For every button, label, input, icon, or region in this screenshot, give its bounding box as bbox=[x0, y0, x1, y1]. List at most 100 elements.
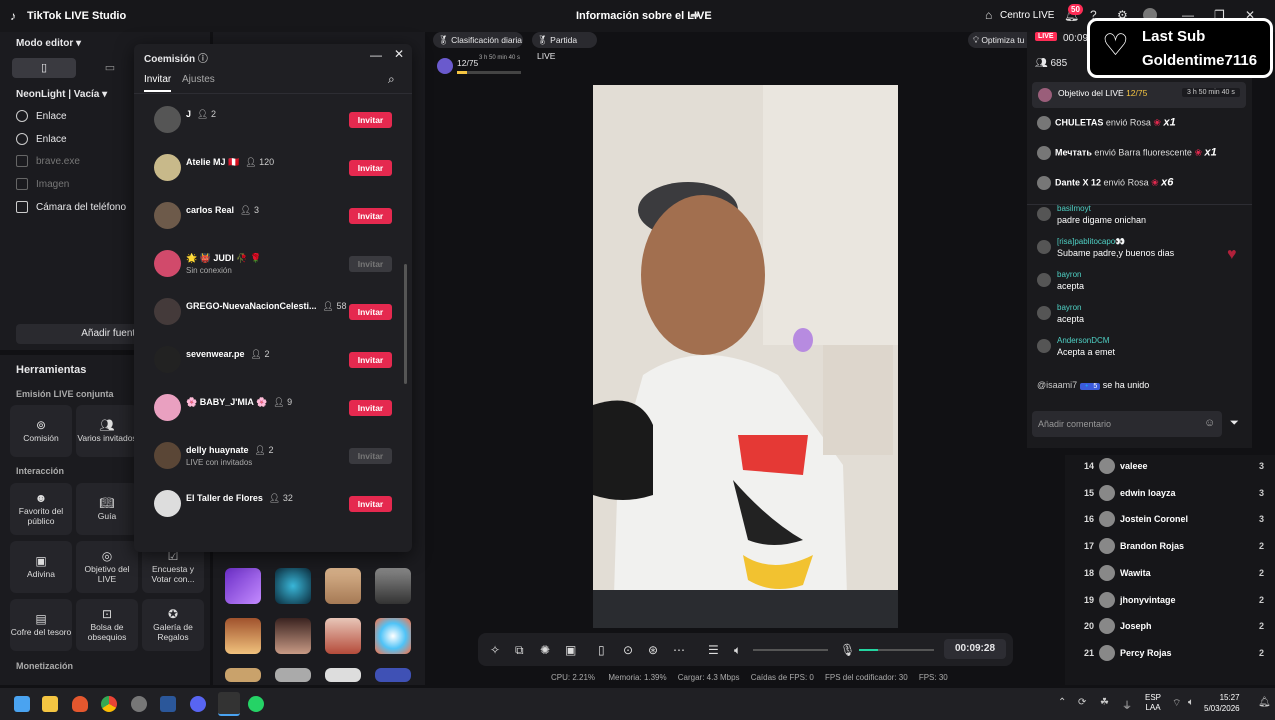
ranking-row[interactable]: 15 edwin loayza 3 bbox=[1079, 484, 1264, 504]
emoji-icon[interactable]: ☺ bbox=[1204, 417, 1215, 429]
sticker-thumb[interactable] bbox=[375, 668, 411, 682]
settings-sliders-icon[interactable]: ☰ bbox=[708, 643, 719, 657]
tab-ajustes[interactable]: Ajustes bbox=[182, 74, 215, 85]
tile-gift-gallery[interactable]: ✪ Galería de Regalos bbox=[142, 599, 204, 651]
tile-favorite[interactable]: ☻ Favorito del público bbox=[10, 483, 72, 535]
optimize-tip[interactable]: 💡︎ Optimiza tu bbox=[968, 32, 1028, 48]
overlay-icon[interactable]: ▣ bbox=[565, 643, 576, 657]
tile-gift-bag[interactable]: ⊡ Bolsa de obsequios bbox=[76, 599, 138, 651]
tray-icon[interactable]: ☘ bbox=[1100, 697, 1109, 708]
sticker-thumb[interactable] bbox=[275, 668, 311, 682]
close-icon[interactable]: ✕ bbox=[394, 47, 404, 61]
minimize-icon[interactable]: — bbox=[370, 48, 382, 62]
volume-icon[interactable]: 🔈︎ bbox=[1188, 697, 1194, 708]
source-image[interactable]: Imagen bbox=[16, 178, 69, 190]
usb-icon[interactable]: ⏚ bbox=[1122, 697, 1132, 712]
source-brave[interactable]: brave.exe bbox=[16, 155, 80, 167]
filter-icon[interactable]: ⏷ bbox=[1230, 417, 1239, 430]
gift-notice: CHULETAS envió Rosa ❀ x1 bbox=[1037, 116, 1176, 130]
tile-treasure[interactable]: ▤ Cofre del tesoro bbox=[10, 599, 72, 651]
source-link-1[interactable]: Enlace bbox=[16, 110, 67, 122]
chevron-up-icon[interactable]: ⌃ bbox=[1058, 697, 1066, 708]
heart-icon[interactable]: ♥ bbox=[1227, 246, 1237, 264]
invite-button[interactable]: Invitar bbox=[349, 448, 392, 464]
ranking-row[interactable]: 18 Wawita 2 bbox=[1079, 564, 1264, 584]
folder-icon[interactable] bbox=[42, 696, 58, 712]
record-icon[interactable]: ⊙ bbox=[623, 643, 633, 657]
ranking-row[interactable]: 14 valeee 3 bbox=[1079, 457, 1264, 477]
wifi-icon[interactable]: ⌔ bbox=[1172, 697, 1181, 710]
daily-ranking-pill[interactable]: 🏅︎ Clasificación diaria bbox=[433, 32, 523, 48]
invite-button[interactable]: Invitar bbox=[349, 208, 392, 224]
effects-icon[interactable]: ✺ bbox=[540, 643, 550, 657]
scrollbar[interactable] bbox=[404, 264, 407, 384]
ranking-row[interactable]: 20 Joseph 2 bbox=[1079, 617, 1264, 637]
ranking-row[interactable]: 16 Jostein Coronel 3 bbox=[1079, 510, 1264, 530]
tile-live-goal[interactable]: ◎ Objetivo del LIVE bbox=[76, 541, 138, 593]
mic-volume-slider[interactable] bbox=[859, 649, 934, 651]
portrait-toggle[interactable]: ▯ bbox=[12, 58, 76, 78]
chrome-icon[interactable] bbox=[101, 696, 117, 712]
share-icon[interactable]: ➦ bbox=[690, 8, 700, 22]
microphone-icon[interactable]: 🎙︎ bbox=[840, 643, 855, 657]
search-icon[interactable]: ⌕ bbox=[388, 72, 395, 87]
tile-multi-guest[interactable]: 👥︎ Varios invitados bbox=[76, 405, 138, 457]
invite-button[interactable]: Invitar bbox=[349, 112, 392, 128]
live-goal-bar[interactable]: Objetivo del LIVE 12/75 3 h 50 min 40 s bbox=[1032, 82, 1246, 108]
notification-center-icon[interactable]: 🔔︎ bbox=[1258, 697, 1271, 708]
transition-icon[interactable]: ⧉ bbox=[515, 643, 524, 658]
windows-start-icon[interactable] bbox=[14, 696, 30, 712]
landscape-toggle[interactable]: ▭ bbox=[78, 58, 142, 78]
language-indicator[interactable]: ESP LAA bbox=[1145, 693, 1161, 713]
invite-button[interactable]: Invitar bbox=[349, 496, 392, 512]
invite-button[interactable]: Invitar bbox=[349, 304, 392, 320]
tiktok-live-taskbar-icon[interactable] bbox=[218, 692, 240, 716]
brave-icon[interactable] bbox=[72, 696, 88, 712]
source-phone-camera[interactable]: Cámara del teléfono bbox=[16, 201, 126, 213]
magic-wand-icon[interactable]: ✧ bbox=[490, 643, 500, 657]
discord-icon[interactable] bbox=[190, 696, 206, 712]
whatsapp-icon[interactable] bbox=[248, 696, 264, 712]
tab-invitar[interactable]: Invitar bbox=[144, 74, 172, 92]
sticker-thumb[interactable] bbox=[225, 668, 261, 682]
comment-placeholder: Añadir comentario bbox=[1038, 419, 1112, 429]
sticker-thumb[interactable] bbox=[225, 568, 261, 604]
phone-icon[interactable]: ▯ bbox=[598, 643, 605, 657]
clock[interactable]: 15:27 5/03/2026 bbox=[1204, 692, 1240, 714]
invite-button[interactable]: Invitar bbox=[349, 400, 392, 416]
invite-button[interactable]: Invitar bbox=[349, 352, 392, 368]
sticker-thumb[interactable] bbox=[325, 618, 361, 654]
globe-icon bbox=[16, 133, 28, 145]
sticker-thumb[interactable] bbox=[375, 568, 411, 604]
live-match-pill[interactable]: 🏅︎ Partida LIVE bbox=[532, 32, 597, 61]
sticker-thumb[interactable] bbox=[325, 668, 361, 682]
sticker-thumb[interactable] bbox=[225, 618, 261, 654]
centro-live-button[interactable]: Centro LIVE bbox=[1000, 10, 1054, 21]
more-icon[interactable]: ⋯ bbox=[673, 643, 685, 657]
sticker-thumb[interactable] bbox=[375, 618, 411, 654]
tray-icon[interactable]: ⟳ bbox=[1078, 697, 1086, 708]
sticker-thumb[interactable] bbox=[275, 618, 311, 654]
sticker-thumb[interactable] bbox=[275, 568, 311, 604]
ranking-row[interactable]: 21 Percy Rojas 2 bbox=[1079, 644, 1264, 664]
tile-coemision[interactable]: ⊚ Comisión bbox=[10, 405, 72, 457]
home-icon[interactable]: ⌂ bbox=[985, 8, 992, 22]
tile-guess[interactable]: ▣ Adivina bbox=[10, 541, 72, 593]
store-icon[interactable] bbox=[160, 696, 176, 712]
speaker-volume-slider[interactable] bbox=[753, 649, 828, 651]
scene-selector[interactable]: NeonLight | Vacía ▾ bbox=[16, 89, 107, 100]
follower-count: 👤︎ 2 bbox=[250, 349, 270, 359]
replay-icon[interactable]: ⊛ bbox=[648, 643, 658, 657]
invite-button[interactable]: Invitar bbox=[349, 160, 392, 176]
source-link-2[interactable]: Enlace bbox=[16, 133, 67, 145]
gift-notice: Мечтать envió Barra fluorescente ❀ x1 bbox=[1037, 146, 1217, 160]
obs-icon[interactable] bbox=[131, 696, 147, 712]
ranking-row[interactable]: 19 jhonyvintage 2 bbox=[1079, 591, 1264, 611]
speaker-icon[interactable]: 🔈︎ bbox=[734, 643, 741, 658]
tile-guide[interactable]: 📖︎ Guía bbox=[76, 483, 138, 535]
invite-button[interactable]: Invitar bbox=[349, 256, 392, 272]
mode-editor-dropdown[interactable]: Modo editor ▾ bbox=[16, 38, 81, 49]
comment-input[interactable]: Añadir comentario ☺ bbox=[1032, 411, 1222, 437]
ranking-row[interactable]: 17 Brandon Rojas 2 bbox=[1079, 537, 1264, 557]
sticker-thumb[interactable] bbox=[325, 568, 361, 604]
